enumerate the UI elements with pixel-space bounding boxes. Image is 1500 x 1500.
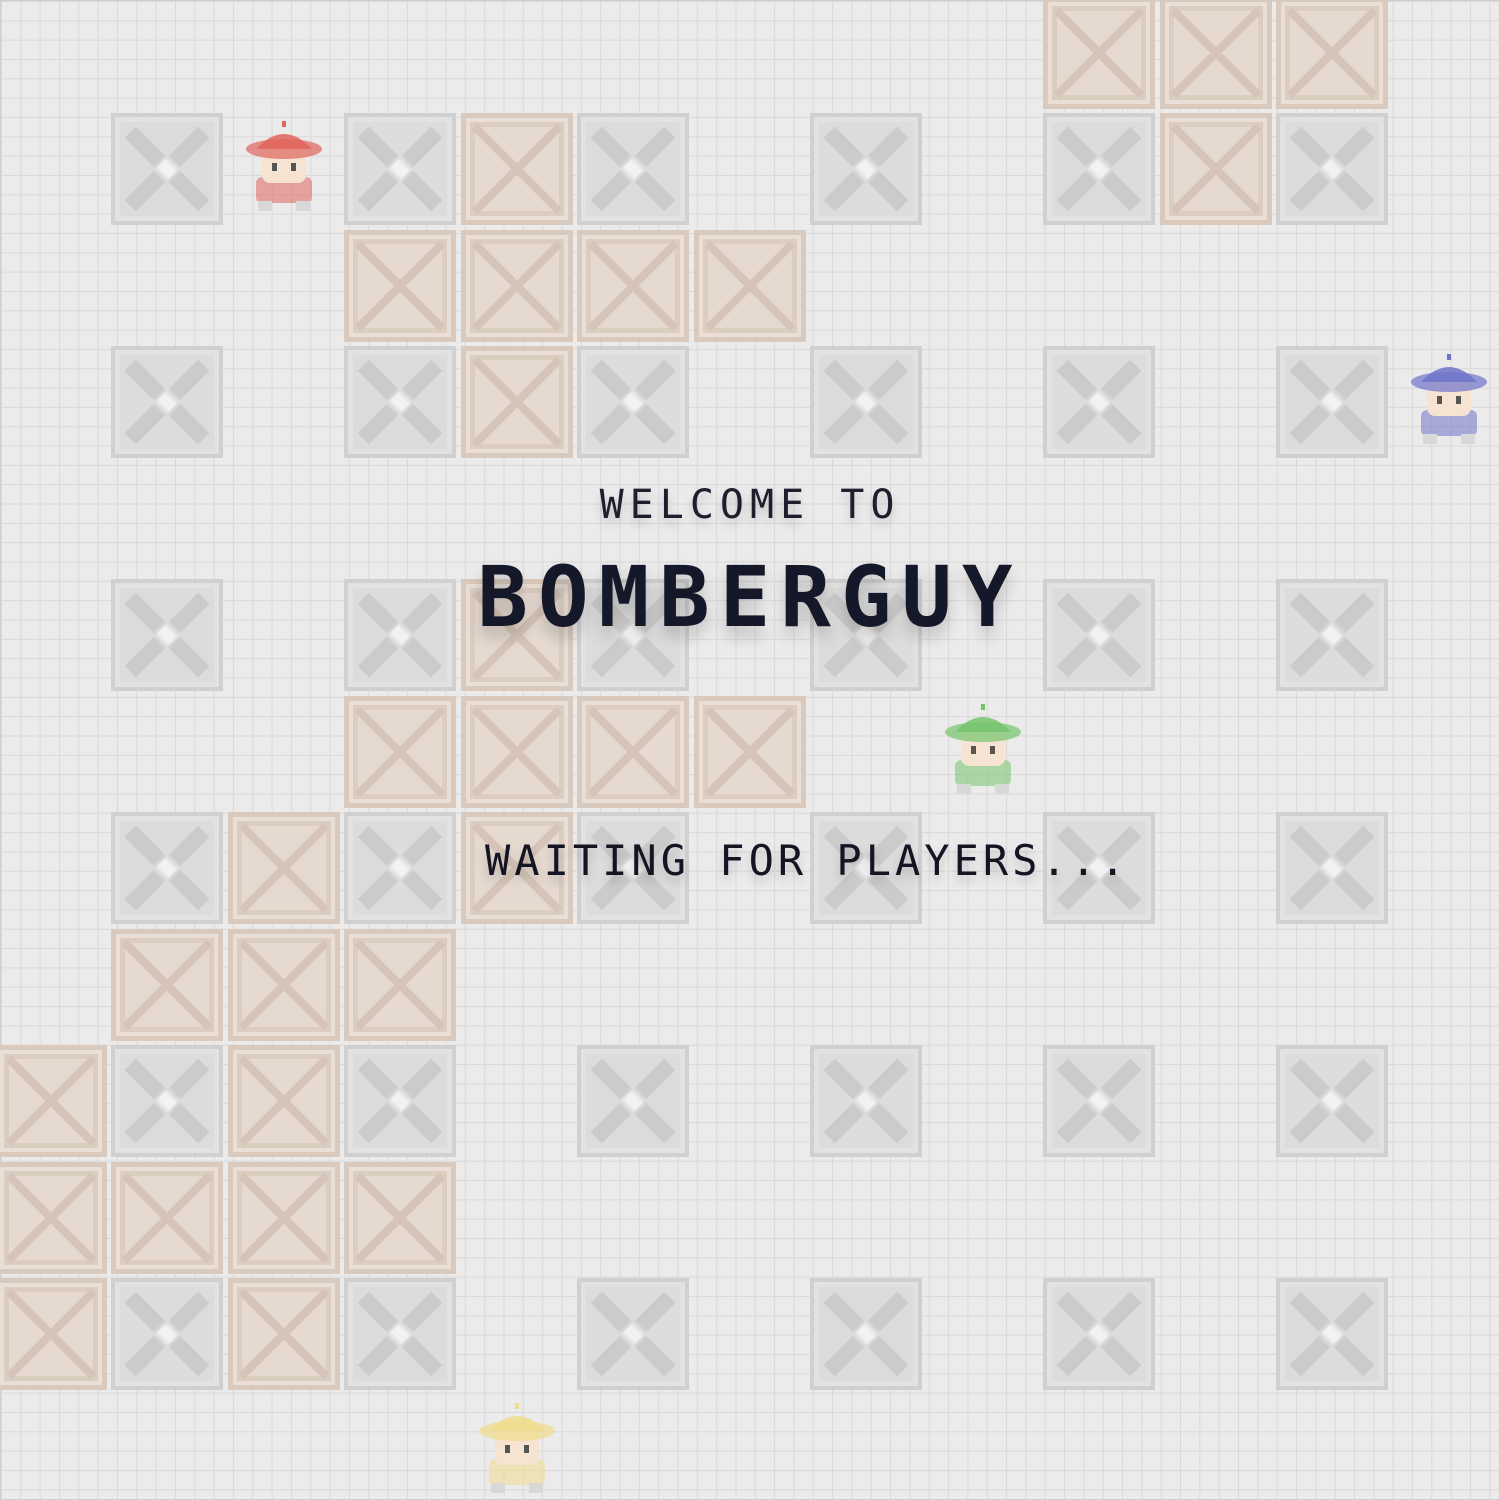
status-text: WAITING FOR PLAYERS... — [485, 836, 1130, 885]
lobby-overlay: WELCOME TO BOMBERGUY WAITING FOR PLAYERS… — [0, 0, 1500, 1500]
welcome-text: WELCOME TO — [599, 482, 901, 528]
game-title: BOMBERGUY — [477, 548, 1023, 646]
